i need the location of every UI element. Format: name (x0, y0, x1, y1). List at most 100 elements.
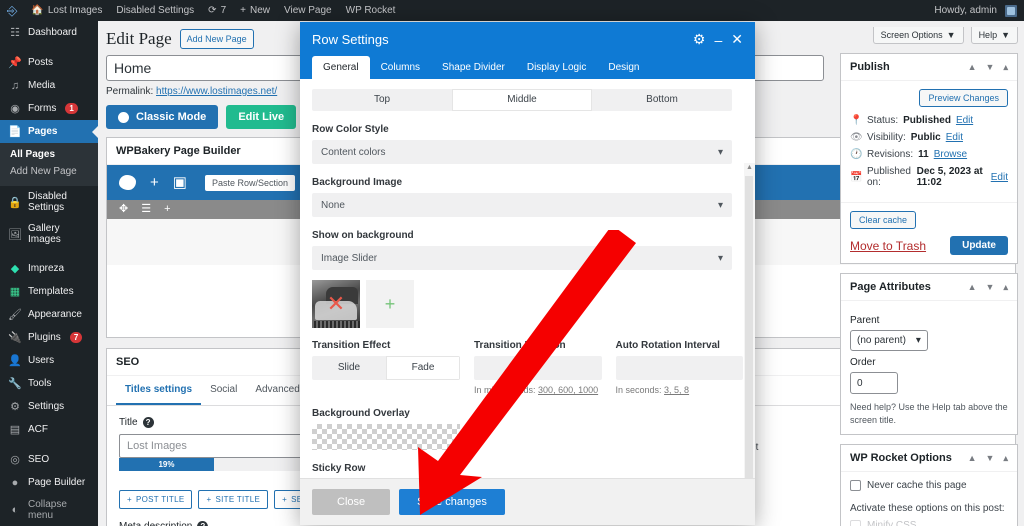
edit-visibility-link[interactable]: Edit (946, 132, 963, 143)
chip-post-title[interactable]: + POST TITLE (119, 490, 193, 509)
background-overlay-color-picker[interactable] (312, 424, 460, 450)
tab-columns[interactable]: Columns (370, 56, 431, 79)
move-down-icon[interactable]: ▼ (986, 282, 995, 292)
move-up-icon[interactable]: ▲ (968, 453, 977, 463)
tab-social[interactable]: Social (201, 376, 246, 405)
sidebar-item-dashboard[interactable]: ☷ Dashboard (0, 21, 98, 44)
sidebar-item-add-new-page[interactable]: Add New Page (0, 163, 98, 180)
sidebar-item-media[interactable]: ♫ Media (0, 74, 98, 97)
admin-bar-view-page[interactable]: View Page (277, 0, 339, 21)
add-new-page-button[interactable]: Add New Page (179, 29, 254, 49)
sidebar-item-disabled-settings[interactable]: 🔒 Disabled Settings (0, 186, 98, 218)
sidebar-item-pages[interactable]: 📄 Pages (0, 120, 98, 143)
move-to-trash-link[interactable]: Move to Trash (850, 239, 926, 253)
add-image-button[interactable]: + (366, 280, 414, 328)
sidebar-item-gallery-images[interactable]: 🖼 Gallery Images (0, 218, 98, 250)
add-element-icon[interactable]: + (150, 175, 159, 190)
chip-site-title[interactable]: + SITE TITLE (198, 490, 269, 509)
clear-cache-button[interactable]: Clear cache (850, 211, 917, 229)
sidebar-item-appearance[interactable]: 🖌 Appearance (0, 303, 98, 326)
parent-select[interactable]: (no parent) ▾ (850, 330, 928, 351)
sidebar-item-tools[interactable]: 🔧 Tools (0, 372, 98, 395)
wordpress-admin-screen: ⎆ 🏠 Lost Images Disabled Settings ⟳ 7 + … (0, 0, 1024, 526)
hint-values[interactable]: 300, 600, 1000 (538, 385, 598, 395)
sidebar-item-seo[interactable]: ◎ SEO (0, 448, 98, 471)
sidebar-item-templates[interactable]: ▦ Templates (0, 280, 98, 303)
row-layout-icon[interactable]: ☰ (141, 204, 151, 215)
show-on-background-select[interactable]: Image Slider ▾ (312, 246, 732, 270)
sidebar-item-posts[interactable]: 📌 Posts (0, 51, 98, 74)
tab-shape-divider[interactable]: Shape Divider (431, 56, 516, 79)
background-image-select[interactable]: None ▾ (312, 193, 732, 217)
hint-values[interactable]: 3, 5, 8 (664, 385, 689, 395)
tab-general[interactable]: General (312, 56, 370, 79)
transition-duration-input[interactable] (474, 356, 602, 380)
site-name-menu[interactable]: 🏠 Lost Images (24, 0, 109, 21)
close-button[interactable]: Close (312, 489, 391, 515)
edit-status-link[interactable]: Edit (956, 115, 973, 126)
edit-live-button[interactable]: Edit Live (226, 105, 297, 129)
admin-bar-updates[interactable]: ⟳ 7 (201, 0, 233, 21)
add-template-icon[interactable]: ▣ (173, 175, 187, 190)
close-icon[interactable]: ✕ (731, 31, 743, 48)
tab-design[interactable]: Design (597, 56, 650, 79)
admin-bar-disabled-settings[interactable]: Disabled Settings (109, 0, 201, 21)
add-column-icon[interactable]: + (164, 204, 170, 215)
tab-titles-settings[interactable]: Titles settings (116, 376, 202, 405)
permalink-link[interactable]: https://www.lostimages.net/ (156, 86, 277, 97)
screen-options-button[interactable]: Screen Options ▼ (872, 27, 964, 44)
transition-slide-option[interactable]: Slide (312, 356, 386, 380)
toggle-panel-icon[interactable]: ▴ (1003, 282, 1008, 293)
align-bottom-option[interactable]: Bottom (592, 89, 732, 111)
remove-image-icon[interactable]: ✕ (327, 293, 345, 315)
modal-scrollbar-thumb[interactable] (745, 176, 753, 478)
help-button[interactable]: Help ▼ (970, 27, 1018, 44)
transition-fade-option[interactable]: Fade (386, 356, 460, 380)
never-cache-row[interactable]: Never cache this page (850, 480, 1008, 492)
admin-bar-new[interactable]: + New (233, 0, 277, 21)
sidebar-item-users[interactable]: 👤 Users (0, 349, 98, 372)
help-icon[interactable]: ? (142, 417, 154, 428)
drag-handle-icon[interactable]: ✥ (119, 204, 128, 215)
edit-published-link[interactable]: Edit (991, 172, 1008, 183)
admin-bar-wp-rocket[interactable]: WP Rocket (339, 0, 403, 21)
wpbakery-blob-icon (118, 111, 129, 123)
wordpress-logo-menu[interactable]: ⎆ (0, 0, 24, 21)
align-middle-option[interactable]: Middle (452, 89, 592, 111)
move-up-icon[interactable]: ▲ (968, 62, 977, 72)
sidebar-item-collapse-menu[interactable]: ◐ Collapse menu (0, 494, 98, 526)
wpbakery-logo-icon[interactable] (119, 175, 136, 190)
order-input[interactable]: 0 (850, 372, 898, 394)
save-changes-button[interactable]: Save changes (399, 489, 505, 515)
modal-scroll-up-icon[interactable]: ▲ (744, 163, 755, 173)
never-cache-checkbox[interactable] (850, 480, 861, 492)
sidebar-item-impreza[interactable]: ◆ Impreza (0, 257, 98, 280)
move-up-icon[interactable]: ▲ (968, 282, 977, 292)
toggle-panel-icon[interactable]: ▴ (1003, 62, 1008, 73)
toggle-panel-icon[interactable]: ▴ (1003, 453, 1008, 464)
help-icon[interactable]: ? (197, 521, 209, 526)
browse-revisions-link[interactable]: Browse (934, 149, 967, 160)
minimize-icon[interactable]: – (714, 32, 722, 48)
row-color-style-select[interactable]: Content colors ▾ (312, 140, 732, 164)
update-button[interactable]: Update (950, 236, 1008, 255)
move-down-icon[interactable]: ▼ (986, 453, 995, 463)
sidebar-item-acf[interactable]: ▤ ACF (0, 418, 98, 441)
page-attributes-help-text: Need help? Use the Help tab above the sc… (850, 402, 1008, 425)
tab-display-logic[interactable]: Display Logic (516, 56, 597, 79)
sidebar-item-all-pages[interactable]: All Pages (0, 146, 98, 163)
move-down-icon[interactable]: ▼ (986, 62, 995, 72)
classic-mode-button[interactable]: Classic Mode (106, 105, 219, 129)
modal-scrollbar[interactable]: ▲ ▼ (744, 163, 755, 478)
sidebar-item-settings[interactable]: ⚙ Settings (0, 395, 98, 418)
gear-icon[interactable]: ⚙ (693, 31, 706, 48)
slider-image-thumbnail[interactable]: ✕ (312, 280, 360, 328)
howdy-account-menu[interactable]: Howdy, admin (927, 0, 1024, 21)
sidebar-item-plugins[interactable]: 🔌 Plugins 7 (0, 326, 98, 349)
align-top-option[interactable]: Top (312, 89, 452, 111)
auto-rotation-input[interactable] (615, 356, 743, 380)
preview-changes-button[interactable]: Preview Changes (919, 89, 1008, 107)
sidebar-item-page-builder[interactable]: ● Page Builder (0, 471, 98, 494)
paste-row-section-button[interactable]: Paste Row/Section (204, 174, 295, 191)
sidebar-item-forms[interactable]: ◉ Forms 1 (0, 97, 98, 120)
